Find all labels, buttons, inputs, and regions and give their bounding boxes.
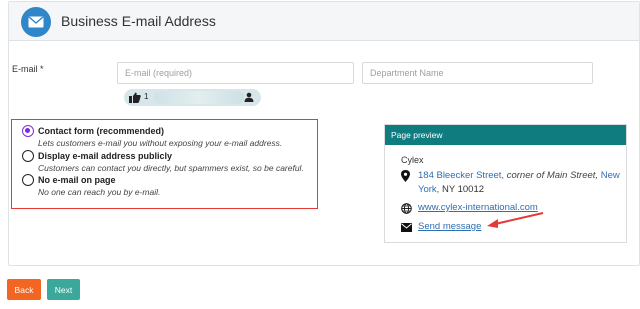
blurred-content	[154, 91, 244, 104]
send-message-link[interactable]: Send message	[418, 221, 481, 232]
map-pin-icon	[401, 170, 410, 182]
company-name: Cylex	[401, 155, 424, 165]
option-description: Customers can contact you directly, but …	[38, 163, 304, 173]
option-title: Contact form (recommended)	[38, 126, 165, 136]
address: 184 Bleecker Street, corner of Main Stre…	[418, 169, 628, 197]
option-title: No e-mail on page	[38, 175, 116, 185]
globe-icon	[401, 203, 412, 214]
option-title: Display e-mail address publicly	[38, 151, 173, 161]
option-description: Lets customers e-mail you without exposi…	[38, 138, 283, 148]
preview-header: Page preview	[385, 125, 626, 145]
department-field[interactable]	[362, 62, 593, 84]
user-icon	[244, 92, 254, 102]
thumbs-up-icon	[129, 92, 141, 103]
envelope-small-icon	[401, 223, 412, 232]
radio-contact-form[interactable]	[22, 125, 34, 137]
radio-no-email[interactable]	[22, 174, 34, 186]
feedback-count: 1	[144, 92, 149, 101]
panel-header: Business E-mail Address	[9, 2, 639, 41]
red-arrow-annotation	[487, 212, 544, 228]
radio-display-publicly[interactable]	[22, 150, 34, 162]
back-button[interactable]: Back	[7, 279, 41, 300]
feedback-pill[interactable]: 1	[124, 89, 261, 106]
envelope-icon	[21, 7, 51, 37]
address-state-zip: NY 10012	[441, 184, 485, 195]
address-corner: corner of Main Street,	[506, 170, 599, 181]
page-title: Business E-mail Address	[61, 13, 216, 29]
email-label: E-mail *	[12, 64, 44, 74]
next-button[interactable]: Next	[47, 279, 80, 300]
option-description: No one can reach you by e-mail.	[38, 187, 161, 197]
address-street[interactable]: 184 Bleecker Street,	[418, 170, 504, 181]
email-field[interactable]	[117, 62, 354, 84]
